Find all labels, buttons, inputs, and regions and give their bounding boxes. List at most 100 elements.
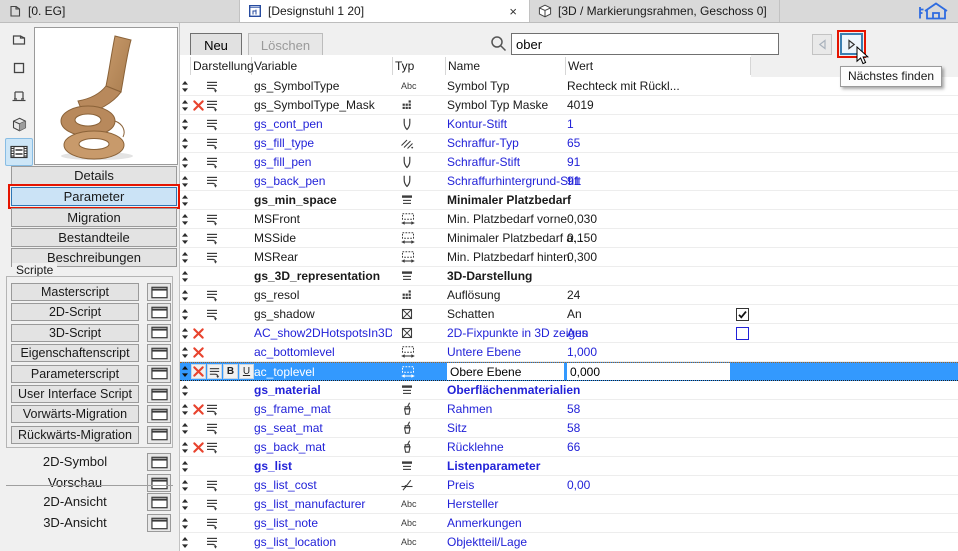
table-row[interactable]: gs_material Oberflächenmaterialien [180,381,958,400]
sidebar-item-migration[interactable]: Migration [11,208,177,227]
open-window-button[interactable] [147,474,171,492]
sidebar-item-details[interactable]: Details [11,166,177,185]
bold-button[interactable]: B [223,364,238,379]
name-edit-field[interactable] [447,363,564,380]
open-window-button[interactable] [147,283,171,301]
column-header-typ[interactable]: Typ [395,59,414,73]
sidebar-item-parameter[interactable]: Parameter [8,184,180,209]
open-window-button[interactable] [147,303,171,322]
checkbox-checked[interactable] [736,308,749,321]
row-reorder-handle[interactable] [180,213,190,226]
table-row[interactable]: AC_show2DHotspotsIn3D 2D-Fixpunkte in 3D … [180,324,958,343]
project-home-icon[interactable] [916,1,950,21]
open-window-button[interactable] [147,453,171,471]
table-row[interactable]: MSRear Min. Platzbedarf hinten 0,300 [180,248,958,267]
preview-mode-square-2d[interactable] [5,54,33,82]
table-row[interactable]: gs_resol Auflösung 24 [180,286,958,305]
table-row[interactable]: gs_shadow Schatten An [180,305,958,324]
table-row[interactable]: ac_bottomlevel Untere Ebene 1,000 [180,343,958,362]
row-reorder-handle[interactable] [180,384,190,397]
row-reorder-handle[interactable] [180,422,190,435]
open-window-button[interactable] [147,493,171,511]
display-toggle-button[interactable] [207,364,222,379]
table-row[interactable]: gs_list Listenparameter [180,457,958,476]
row-reorder-handle[interactable] [180,175,190,188]
checkbox-unchecked[interactable] [736,327,749,340]
open-window-button[interactable] [147,323,171,342]
row-reorder-handle[interactable] [180,289,190,302]
row-reorder-handle[interactable] [180,346,190,359]
table-row[interactable]: gs_list_note Abc Anmerkungen [180,514,958,533]
column-header-wert[interactable]: Wert [568,59,593,73]
row-reorder-handle[interactable] [180,194,190,207]
table-row[interactable]: gs_3D_representation 3D-Darstellung [180,267,958,286]
tab-floorplan[interactable]: [0. EG] [0,0,240,22]
row-reorder-handle[interactable] [180,118,190,131]
new-parameter-button[interactable]: Neu [190,33,242,56]
script-button-eigenschaftenscript[interactable]: Eigenschaftenscript [11,344,139,363]
table-row[interactable]: gs_cont_pen Kontur-Stift 1 [180,115,958,134]
table-row[interactable]: gs_min_space Minimaler Platzbedarf [180,191,958,210]
script-button-user-interface-script[interactable]: User Interface Script [11,385,139,403]
preview-mode-elevation[interactable] [5,82,33,110]
tab-3d-view[interactable]: [3D / Markierungsrahmen, Geschoss 0] [530,0,780,22]
table-row[interactable]: gs_seat_mat Sitz 58 [180,419,958,438]
tab-close-icon[interactable]: × [505,4,521,19]
open-window-button[interactable] [147,385,171,403]
open-window-button[interactable] [147,344,171,363]
column-header-variable[interactable]: Variable [254,59,297,73]
script-button-parameterscript[interactable]: Parameterscript [11,364,139,383]
table-row[interactable]: gs_frame_mat Rahmen 58 [180,400,958,419]
tab-object-editor[interactable]: [Designstuhl 1 20] × [240,0,530,22]
row-reorder-handle[interactable] [180,232,190,245]
preview-mode-sheet-2d[interactable] [5,26,33,54]
delete-parameter-button[interactable]: Löschen [248,33,323,56]
search-icon [490,35,507,52]
row-reorder-handle[interactable] [180,327,190,340]
open-window-button[interactable] [147,425,171,444]
row-reorder-handle[interactable] [180,441,190,454]
value-edit-field[interactable] [567,363,730,380]
table-row[interactable]: gs_list_manufacturer Abc Hersteller [180,495,958,514]
row-reorder-handle[interactable] [180,536,190,549]
table-row[interactable]: gs_list_cost Preis 0,00 [180,476,958,495]
open-window-button[interactable] [147,405,171,424]
table-row[interactable]: gs_fill_pen Schraffur-Stift 91 [180,153,958,172]
row-reorder-handle[interactable] [180,137,190,150]
search-input[interactable] [511,33,779,55]
table-row[interactable]: MSSide Minimaler Platzbedarf a... 0,150 [180,229,958,248]
row-reorder-handle[interactable] [180,498,190,511]
table-row[interactable]: gs_SymbolType_Mask Symbol Typ Maske 4019 [180,96,958,115]
row-reorder-handle[interactable] [180,251,190,264]
row-reorder-handle[interactable] [180,99,190,112]
row-reorder-handle[interactable] [180,308,190,321]
sidebar-item-bestandteile[interactable]: Bestandteile [11,228,177,247]
table-row[interactable]: MSFront Min. Platzbedarf vorne 0,030 [180,210,958,229]
open-window-button[interactable] [147,364,171,383]
column-header-name[interactable]: Name [448,59,480,73]
script-button-2d-script[interactable]: 2D-Script [11,303,139,322]
find-previous-button[interactable] [812,34,832,55]
row-reorder-handle[interactable] [180,460,190,473]
row-reorder-handle[interactable] [180,517,190,530]
script-button-r-ckw-rts-migration[interactable]: Rückwärts-Migration [11,425,139,444]
table-row[interactable]: gs_back_mat Rücklehne 66 [180,438,958,457]
table-row[interactable]: gs_fill_type Schraffur-Typ 65 [180,134,958,153]
script-button-3d-script[interactable]: 3D-Script [11,323,139,342]
preview-mode-filmstrip[interactable] [5,138,33,166]
row-reorder-handle[interactable] [180,403,190,416]
row-reorder-handle[interactable] [180,479,190,492]
row-reorder-handle[interactable] [180,80,190,93]
row-reorder-handle[interactable] [180,156,190,169]
script-button-vorw-rts-migration[interactable]: Vorwärts-Migration [11,405,139,424]
preview-mode-cube-3d[interactable] [5,110,33,138]
row-reorder-handle[interactable] [180,270,190,283]
row-reorder-handle[interactable] [180,365,190,378]
table-row[interactable]: gs_back_pen Schraffurhintergrund-Stift 91 [180,172,958,191]
table-row[interactable]: gs_list_location Abc Objektteil/Lage [180,533,958,551]
open-window-button[interactable] [147,514,171,532]
column-header-darstellung[interactable]: Darstellung [193,59,254,73]
table-row[interactable]: B Uac_toplevel [180,362,958,381]
delete-x-button[interactable] [191,364,206,379]
script-button-masterscript[interactable]: Masterscript [11,283,139,301]
